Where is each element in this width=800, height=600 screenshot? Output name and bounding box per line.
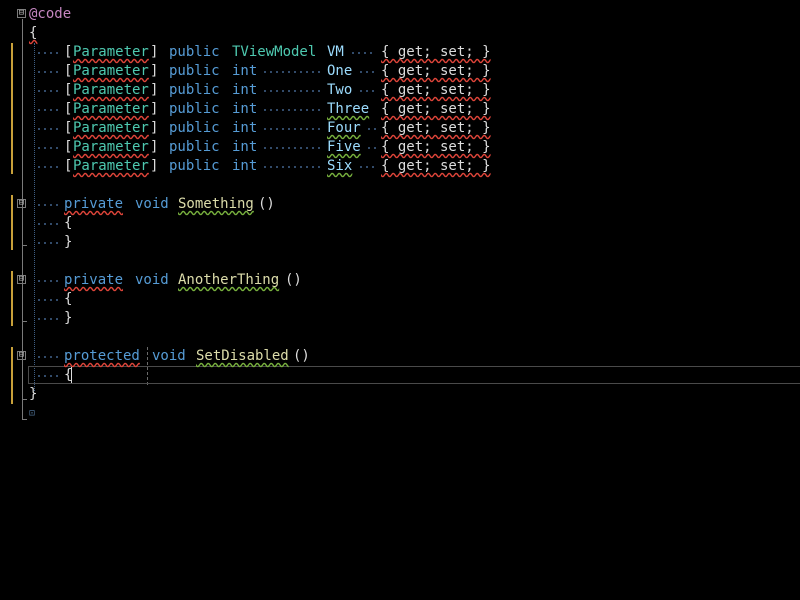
attribute-name: Parameter: [73, 63, 149, 79]
property-accessors: { get; set; }: [381, 158, 491, 174]
code-line[interactable]: }: [0, 385, 800, 404]
access-modifier: private: [64, 196, 124, 212]
method-open-brace: {: [64, 291, 73, 307]
type-name: int: [232, 101, 258, 117]
code-line[interactable]: [ Parameter ] public int Six { get; set;…: [0, 157, 800, 176]
return-type: void: [152, 348, 186, 364]
attribute-name: Parameter: [73, 158, 149, 174]
method-open-brace: {: [64, 215, 73, 231]
attribute-name: Parameter: [73, 139, 149, 155]
open-brace: {: [29, 25, 38, 41]
code-line[interactable]: }: [0, 233, 800, 252]
property-accessors: { get; set; }: [381, 139, 491, 155]
code-line[interactable]: [ Parameter ] public TViewModel VM { get…: [0, 43, 800, 62]
access-modifier: public: [169, 44, 220, 60]
attribute-name: Parameter: [73, 120, 149, 136]
property-name: Three: [327, 101, 370, 117]
property-name: VM: [327, 44, 344, 60]
method-close-brace: }: [64, 234, 73, 250]
code-line[interactable]: [ Parameter ] public int Four { get; set…: [0, 119, 800, 138]
code-line[interactable]: {: [0, 24, 800, 43]
method-name: AnotherThing: [178, 272, 280, 288]
attribute-bracket: [: [64, 44, 73, 60]
code-line[interactable]: protected void SetDisabled (): [0, 347, 800, 366]
attribute-bracket: ]: [150, 139, 159, 155]
code-line[interactable]: ⊡: [0, 404, 800, 423]
type-name: int: [232, 82, 258, 98]
attribute-bracket: [: [64, 63, 73, 79]
method-parens: (): [293, 348, 310, 364]
attribute-bracket: ]: [150, 101, 159, 117]
property-accessors: { get; set; }: [381, 101, 491, 117]
attribute-bracket: [: [64, 101, 73, 117]
method-name: SetDisabled: [196, 348, 289, 364]
code-line[interactable]: }: [0, 309, 800, 328]
attribute-bracket: ]: [150, 158, 159, 174]
access-modifier: public: [169, 139, 220, 155]
attribute-bracket: [: [64, 82, 73, 98]
code-line[interactable]: private void AnotherThing (): [0, 271, 800, 290]
access-modifier: public: [169, 120, 220, 136]
attribute-name: Parameter: [73, 82, 149, 98]
property-name: Two: [327, 82, 353, 98]
attribute-bracket: ]: [150, 120, 159, 136]
razor-directive: @code: [29, 6, 72, 22]
attribute-bracket: [: [64, 139, 73, 155]
property-accessors: { get; set; }: [381, 63, 491, 79]
attribute-bracket: [: [64, 120, 73, 136]
access-modifier: public: [169, 158, 220, 174]
type-name: int: [232, 63, 258, 79]
code-line[interactable]: [ Parameter ] public int Two { get; set;…: [0, 81, 800, 100]
attribute-bracket: ]: [150, 44, 159, 60]
attribute-name: Parameter: [73, 44, 149, 60]
code-line[interactable]: {: [0, 366, 800, 385]
property-name: Six: [327, 158, 353, 174]
code-line[interactable]: [ Parameter ] public int Five { get; set…: [0, 138, 800, 157]
attribute-bracket: [: [64, 158, 73, 174]
method-name: Something: [178, 196, 254, 212]
property-accessors: { get; set; }: [381, 120, 491, 136]
return-type: void: [135, 196, 169, 212]
method-parens: (): [258, 196, 275, 212]
code-line[interactable]: [ Parameter ] public int One { get; set;…: [0, 62, 800, 81]
type-name: TViewModel: [232, 44, 317, 60]
end-marker-icon: ⊡: [29, 408, 36, 419]
close-brace: }: [29, 386, 38, 402]
property-name: One: [327, 63, 353, 79]
return-type: void: [135, 272, 169, 288]
access-modifier: protected: [64, 348, 140, 364]
access-modifier: private: [64, 272, 124, 288]
code-line[interactable]: @code: [0, 5, 800, 24]
access-modifier: public: [169, 82, 220, 98]
attribute-name: Parameter: [73, 101, 149, 117]
code-line[interactable]: {: [0, 290, 800, 309]
attribute-bracket: ]: [150, 63, 159, 79]
access-modifier: public: [169, 63, 220, 79]
type-name: int: [232, 120, 258, 136]
type-name: int: [232, 158, 258, 174]
code-editor[interactable]: ⊟ ⊟ ⊟ ⊟ @code { [ Parameter ] public TVi…: [0, 0, 800, 600]
property-accessors: { get; set; }: [381, 82, 491, 98]
method-parens: (): [285, 272, 302, 288]
property-name: Four: [327, 120, 361, 136]
method-close-brace: }: [64, 310, 73, 326]
property-name: Five: [327, 139, 361, 155]
code-line[interactable]: {: [0, 214, 800, 233]
access-modifier: public: [169, 101, 220, 117]
property-accessors: { get; set; }: [381, 44, 491, 60]
code-line[interactable]: private void Something (): [0, 195, 800, 214]
code-line[interactable]: [ Parameter ] public int Three { get; se…: [0, 100, 800, 119]
text-caret: [71, 367, 72, 383]
type-name: int: [232, 139, 258, 155]
attribute-bracket: ]: [150, 82, 159, 98]
